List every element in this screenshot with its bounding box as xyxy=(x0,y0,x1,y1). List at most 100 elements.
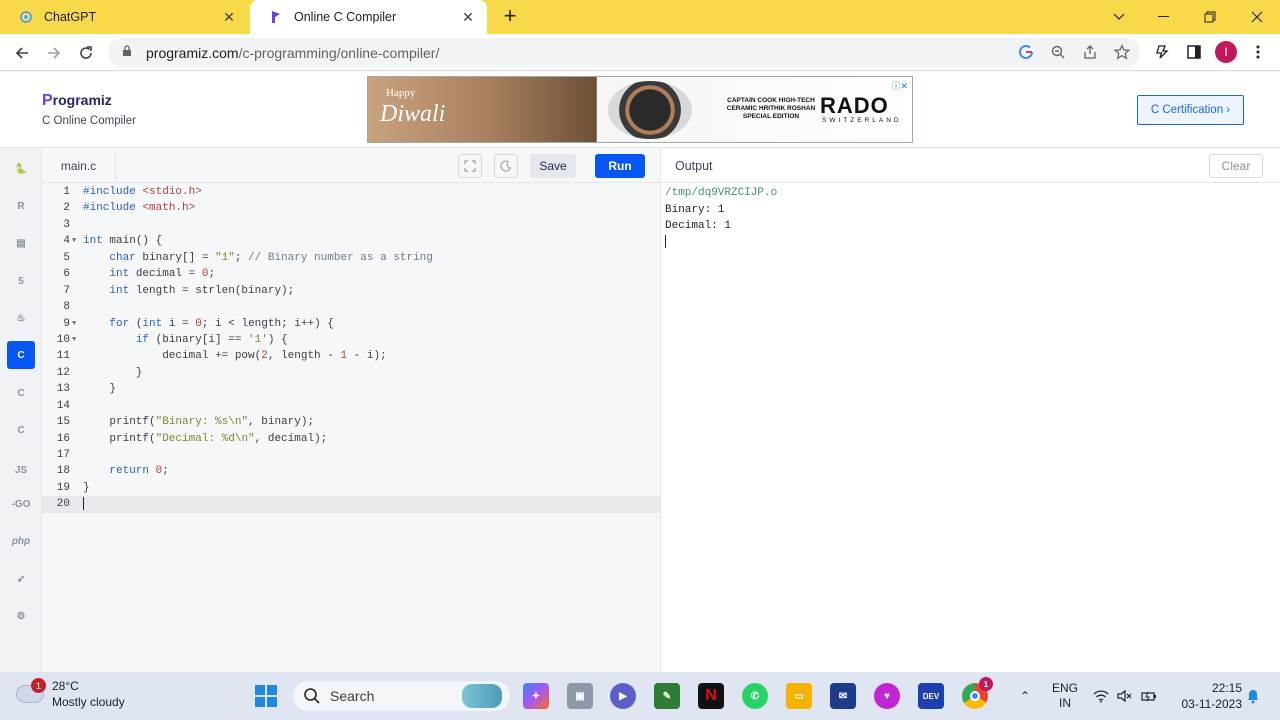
language-indicator[interactable]: ENG IN xyxy=(1048,672,1082,720)
code-line: 12 } xyxy=(56,366,143,379)
pen-app-icon[interactable]: ✎ xyxy=(654,683,680,709)
devcpp-icon[interactable]: DEV xyxy=(918,683,944,709)
clock-time: 22:15 xyxy=(1211,681,1242,695)
r-language-icon[interactable]: R xyxy=(7,192,35,220)
ad-copy-text: CAPTAIN COOK HIGH-TECH CERAMIC HRITHIK R… xyxy=(726,97,816,120)
ad-diwali-text: Diwali xyxy=(380,101,446,127)
address-bar[interactable]: programiz.com/c-programming/online-compi… xyxy=(108,38,1140,67)
code-line: 17 xyxy=(56,449,70,461)
clock-date: 03-11-2023 xyxy=(1181,697,1243,711)
fullscreen-icon[interactable] xyxy=(458,154,482,178)
close-tab-icon[interactable]: ✕ xyxy=(459,9,477,26)
programiz-logo[interactable]: Programiz xyxy=(42,92,112,110)
side-panel-icon[interactable] xyxy=(1182,40,1206,64)
battery-icon[interactable] xyxy=(1138,672,1160,720)
new-tab-button[interactable]: + xyxy=(498,5,522,29)
cpp-icon[interactable]: C xyxy=(7,379,35,407)
restore-icon[interactable] xyxy=(1187,0,1233,34)
taskbar-clock[interactable]: 22:15 03-11-2023 xyxy=(1172,680,1243,712)
minimize-icon[interactable] xyxy=(1141,0,1187,34)
php-icon[interactable]: php xyxy=(7,527,35,555)
output-title: Output xyxy=(675,159,713,173)
clear-button[interactable]: Clear xyxy=(1209,154,1263,178)
dark-mode-moon-icon[interactable] xyxy=(494,154,518,178)
swift-icon[interactable]: ➶ xyxy=(7,565,35,593)
volume-muted-icon[interactable] xyxy=(1114,672,1136,720)
code-line: 7 int length = strlen(binary); xyxy=(63,284,295,297)
code-line: 13 } xyxy=(56,383,117,396)
fold-arrow-icon[interactable]: ▼ xyxy=(72,316,76,332)
logo-letter: P xyxy=(42,92,53,109)
url-path: /c-programming/online-compiler/ xyxy=(238,44,440,61)
google-icon[interactable] xyxy=(1014,40,1038,64)
copilot-icon[interactable]: ✦ xyxy=(523,683,549,709)
chrome-icon[interactable]: 1 xyxy=(962,677,993,709)
reload-icon[interactable] xyxy=(73,40,99,66)
go-icon[interactable]: -GO xyxy=(7,490,35,518)
profile-avatar[interactable]: I xyxy=(1214,40,1238,64)
code-line: 8 xyxy=(63,301,70,314)
cloud-icon: 1 xyxy=(16,678,46,703)
back-arrow-icon[interactable] xyxy=(9,40,35,66)
ad-close-icon[interactable]: ⓘ✕ xyxy=(891,79,908,92)
python-icon[interactable]: 🐍 xyxy=(7,155,35,183)
watch-image xyxy=(608,81,692,139)
language-sidebar: 🐍 R ▤ 5 ♨ C C C JS -GO php ➶ ⚙ xyxy=(0,149,42,672)
teams-chat-icon[interactable]: ▶ xyxy=(610,683,636,709)
windows-start-icon[interactable] xyxy=(253,683,279,709)
code-line: 15 printf("Binary: %s\n", binary); xyxy=(56,416,315,429)
close-window-icon[interactable] xyxy=(1234,0,1280,34)
page-subtitle: C Online Compiler xyxy=(42,115,136,127)
code-line-current: 20 xyxy=(42,496,660,513)
tray-overflow-chevron-icon[interactable]: ⌃ xyxy=(1014,672,1036,720)
media-app-icon[interactable]: ♥ xyxy=(874,683,900,709)
language-bottom: IN xyxy=(1059,696,1071,710)
logo-text: rogramiz xyxy=(52,92,112,108)
rust-icon[interactable]: ⚙ xyxy=(7,602,35,630)
forward-arrow-icon[interactable] xyxy=(41,40,67,66)
tab-search-chevron-icon[interactable] xyxy=(1096,0,1142,34)
code-line: 11 decimal += pow(2, length - 1 - i); xyxy=(56,350,387,363)
bookmark-star-icon[interactable] xyxy=(1110,40,1134,64)
notification-badge: 1 xyxy=(31,678,46,693)
task-view-icon[interactable]: ▣ xyxy=(567,683,593,709)
browser-tab-chatgpt[interactable]: ChatGPT ✕ xyxy=(0,0,248,34)
tab-title: Online C Compiler xyxy=(294,10,397,24)
code-line: 16 printf("Decimal: %d\n", decimal); xyxy=(56,432,328,445)
ad-brand-text: RADO xyxy=(820,93,889,118)
search-highlight-image xyxy=(462,684,502,708)
weather-widget[interactable]: 1 28°C Mostly cloudy xyxy=(16,678,125,710)
advertisement-banner[interactable]: Happy Diwali CAPTAIN COOK HIGH-TECH CERA… xyxy=(367,76,913,143)
fold-arrow-icon[interactable]: ▼ xyxy=(72,233,76,249)
notification-bell-icon[interactable] xyxy=(1244,672,1262,720)
netflix-icon[interactable]: N xyxy=(698,683,724,709)
mail-app-icon[interactable]: ✉ xyxy=(830,683,856,709)
file-explorer-icon[interactable]: ▭ xyxy=(786,683,812,709)
wifi-icon[interactable] xyxy=(1090,672,1112,720)
c-certification-button[interactable]: C Certification › xyxy=(1137,95,1244,125)
html-icon[interactable]: 5 xyxy=(7,267,35,295)
taskbar-search-box[interactable]: Search xyxy=(293,681,510,711)
browser-tab-online-c-compiler[interactable]: Online C Compiler ✕ xyxy=(250,0,487,34)
zoom-icon[interactable] xyxy=(1046,40,1070,64)
run-button[interactable]: Run xyxy=(595,154,645,178)
sql-icon[interactable]: ▤ xyxy=(7,229,35,257)
javascript-icon[interactable]: JS xyxy=(7,456,35,484)
close-tab-icon[interactable]: ✕ xyxy=(220,9,238,26)
whatsapp-icon[interactable]: ✆ xyxy=(742,683,768,709)
code-area[interactable]: 1 #include <stdio.h> 2 #include <math.h> 3… xyxy=(42,184,660,513)
save-button[interactable]: Save xyxy=(530,154,576,178)
java-icon[interactable]: ♨ xyxy=(7,304,35,332)
programiz-icon xyxy=(268,9,284,25)
share-icon[interactable] xyxy=(1078,40,1102,64)
output-console[interactable]: /tmp/dq9VRZCIJP.o Binary: 1 Decimal: 1 xyxy=(665,185,777,251)
extensions-icon[interactable] xyxy=(1150,40,1174,64)
search-icon xyxy=(304,688,320,704)
browser-menu-icon[interactable] xyxy=(1246,40,1270,64)
file-tab-main-c[interactable]: main.c xyxy=(42,149,116,183)
c-language-icon[interactable]: C xyxy=(7,341,35,369)
csharp-icon[interactable]: C xyxy=(7,416,35,444)
code-line: 2 #include <math.h> xyxy=(63,202,196,215)
output-line: Binary: 1 xyxy=(665,203,725,216)
fold-arrow-icon[interactable]: ▼ xyxy=(72,332,76,348)
